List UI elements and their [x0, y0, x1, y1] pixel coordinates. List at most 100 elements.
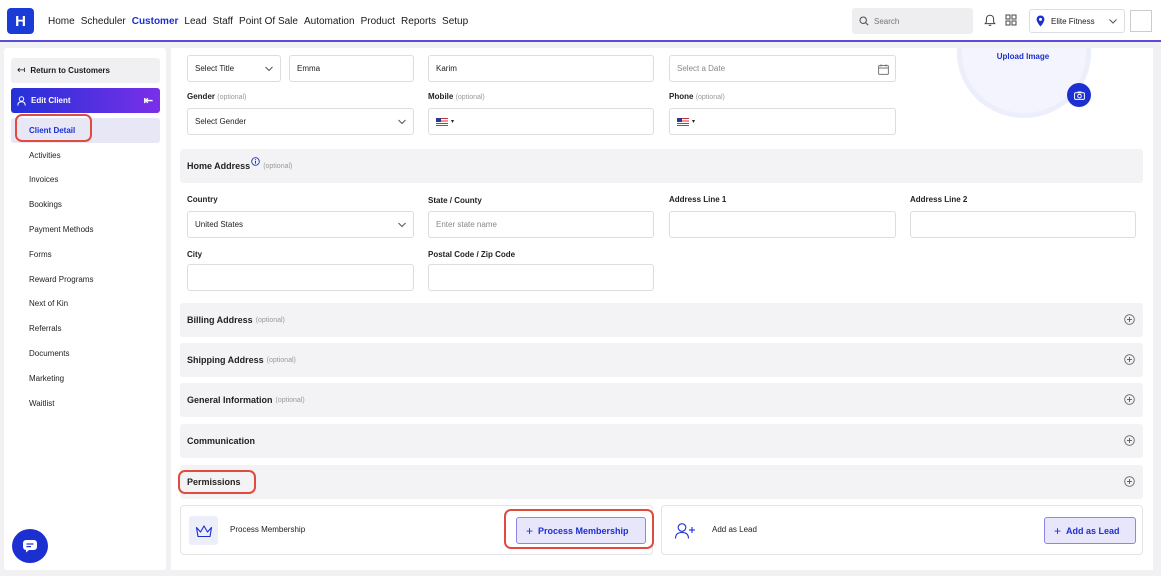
sidebar-item-forms[interactable]: Forms — [11, 242, 160, 267]
communication-section[interactable]: Communication — [180, 424, 1143, 458]
calendar-icon — [878, 64, 889, 75]
collapse-sidebar-icon[interactable]: ⇤ — [144, 94, 153, 107]
sidebar-item-documents[interactable]: Documents — [11, 341, 160, 366]
optional-tag: (optional) — [455, 94, 485, 101]
arrow-left-icon: ↤ — [17, 65, 26, 76]
mobile-label: Mobile (optional) — [428, 92, 485, 101]
postal-code-label: Postal Code / Zip Code — [428, 250, 516, 259]
chat-support-button[interactable] — [12, 529, 48, 563]
first-name-value: Emma — [297, 64, 321, 73]
info-icon[interactable] — [251, 156, 260, 166]
nav-scheduler[interactable]: Scheduler — [81, 16, 126, 27]
search-box[interactable] — [852, 8, 973, 34]
optional-tag: (optional) — [695, 94, 725, 101]
last-name-value: Karim — [436, 64, 457, 73]
avatar[interactable] — [1130, 10, 1152, 32]
city-input[interactable] — [187, 264, 414, 291]
us-flag-icon[interactable] — [677, 117, 689, 126]
bell-icon[interactable] — [984, 14, 996, 27]
add-as-lead-button[interactable]: + Add as Lead — [1044, 517, 1136, 544]
dob-placeholder: Select a Date — [677, 64, 726, 73]
address-line-2-input[interactable] — [910, 211, 1136, 238]
client-form: Upload Image Select Title Emma Karim Sel… — [171, 48, 1153, 570]
sidebar-item-waitlist[interactable]: Waitlist — [11, 391, 160, 416]
expand-plus-icon[interactable] — [1124, 435, 1135, 446]
camera-button[interactable] — [1067, 83, 1091, 107]
nav-lead[interactable]: Lead — [184, 16, 206, 27]
address-line-1-input[interactable] — [669, 211, 896, 238]
sidebar-item-reward-programs[interactable]: Reward Programs — [11, 267, 160, 292]
us-flag-icon[interactable] — [436, 117, 448, 126]
process-membership-button[interactable]: + Process Membership — [516, 517, 646, 544]
gender-select-value: Select Gender — [195, 117, 247, 126]
mobile-label-text: Mobile — [428, 92, 454, 101]
title-select-value: Select Title — [195, 64, 235, 73]
sidebar-item-bookings[interactable]: Bookings — [11, 192, 160, 217]
sidebar-item-invoices[interactable]: Invoices — [11, 168, 160, 193]
expand-plus-icon[interactable] — [1124, 354, 1135, 365]
optional-tag: (optional) — [263, 162, 293, 170]
last-name-field[interactable]: Karim — [428, 55, 654, 82]
country-select[interactable]: United States — [187, 211, 414, 238]
billing-address-section[interactable]: Billing Address (optional) — [180, 303, 1143, 337]
nav-product[interactable]: Product — [361, 16, 395, 27]
user-icon — [17, 95, 26, 106]
add-as-lead-title: Add as Lead — [712, 525, 757, 534]
sidebar-menu: Client Detail Activities Invoices Bookin… — [11, 118, 160, 416]
sidebar-item-client-detail[interactable]: Client Detail — [11, 118, 160, 143]
search-input[interactable] — [874, 16, 964, 26]
phone-field[interactable]: ▾ — [669, 108, 896, 135]
chat-icon — [23, 540, 37, 553]
communication-title: Communication — [187, 436, 256, 446]
chevron-down-icon — [1109, 19, 1117, 24]
return-to-customers-button[interactable]: ↤ Return to Customers — [11, 58, 160, 83]
nav-reports[interactable]: Reports — [401, 16, 436, 27]
sidebar-item-referrals[interactable]: Referrals — [11, 316, 160, 341]
shipping-address-section[interactable]: Shipping Address (optional) — [180, 343, 1143, 377]
return-label: Return to Customers — [30, 66, 110, 75]
main-nav: Home Scheduler Customer Lead Staff Point… — [48, 0, 474, 42]
nav-setup[interactable]: Setup — [442, 16, 468, 27]
app-logo[interactable]: H — [7, 8, 34, 34]
plus-icon: + — [526, 523, 534, 538]
sidebar-item-marketing[interactable]: Marketing — [11, 366, 160, 391]
location-select[interactable]: Elite Fitness — [1029, 9, 1125, 33]
optional-tag: (optional) — [255, 316, 285, 324]
sidebar-item-activities[interactable]: Activities — [11, 143, 160, 168]
title-select[interactable]: Select Title — [187, 55, 281, 82]
apps-grid-icon[interactable] — [1005, 14, 1017, 26]
crown-icon — [189, 516, 218, 545]
gender-select[interactable]: Select Gender — [187, 108, 414, 135]
chevron-down-icon — [398, 119, 406, 125]
phone-label: Phone (optional) — [669, 92, 725, 101]
expand-plus-icon[interactable] — [1124, 476, 1135, 487]
gender-label: Gender (optional) — [187, 92, 246, 101]
sidebar-item-next-of-kin[interactable]: Next of Kin — [11, 292, 160, 317]
chevron-down-icon — [265, 66, 273, 72]
nav-home[interactable]: Home — [48, 16, 75, 27]
nav-customer[interactable]: Customer — [132, 16, 179, 27]
expand-plus-icon[interactable] — [1124, 394, 1135, 405]
country-code-dropdown-icon[interactable]: ▾ — [692, 118, 695, 125]
permissions-section[interactable]: Permissions — [180, 465, 1143, 499]
first-name-field[interactable]: Emma — [289, 55, 414, 82]
add-as-lead-button-label: Add as Lead — [1066, 525, 1120, 536]
general-information-section[interactable]: General Information (optional) — [180, 383, 1143, 417]
add-as-lead-card: Add as Lead + Add as Lead — [661, 505, 1143, 555]
nav-automation[interactable]: Automation — [304, 16, 355, 27]
upload-image-label[interactable]: Upload Image — [979, 52, 1067, 61]
mobile-field[interactable]: ▾ — [428, 108, 654, 135]
nav-staff[interactable]: Staff — [213, 16, 233, 27]
billing-title: Billing Address — [187, 315, 253, 325]
postal-code-input[interactable] — [428, 264, 654, 291]
nav-point-of-sale[interactable]: Point Of Sale — [239, 16, 298, 27]
camera-icon — [1073, 91, 1085, 100]
sidebar-item-payment-methods[interactable]: Payment Methods — [11, 217, 160, 242]
date-of-birth-field[interactable]: Select a Date — [669, 55, 896, 82]
state-input[interactable]: Enter state name — [428, 211, 654, 238]
chevron-down-icon — [398, 222, 406, 228]
phone-label-text: Phone — [669, 92, 694, 101]
expand-plus-icon[interactable] — [1124, 314, 1135, 325]
address-line-2-label: Address Line 2 — [910, 195, 968, 204]
country-code-dropdown-icon[interactable]: ▾ — [451, 118, 454, 125]
